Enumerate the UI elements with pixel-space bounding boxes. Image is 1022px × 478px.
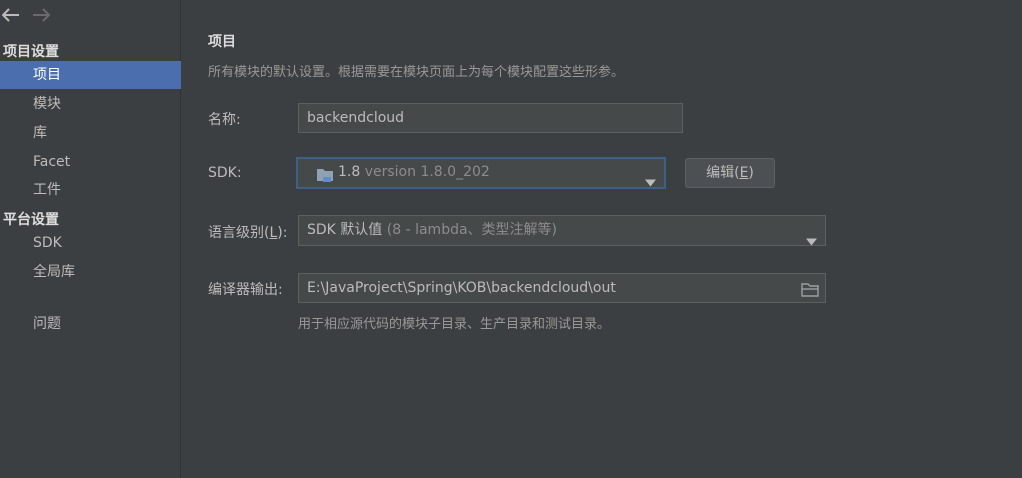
compiler-output-field[interactable]: E:\JavaProject\Spring\KOB\backendcloud\o… (298, 273, 826, 303)
edit-button-text: 编辑( (706, 165, 740, 181)
compiler-output-hint: 用于相应源代码的模块子目录、生产目录和测试目录。 (298, 317, 611, 332)
sidebar-item-problems[interactable]: 问题 (0, 310, 181, 338)
name-field[interactable]: backendcloud (298, 103, 683, 133)
browse-folder-icon[interactable] (801, 280, 819, 297)
sidebar-item-artifacts[interactable]: 工件 (0, 176, 181, 204)
chevron-down-icon (645, 170, 656, 187)
platform-settings-header: 平台设置 (3, 212, 59, 228)
language-level-combobox[interactable]: SDK 默认值 (8 - lambda、类型注解等) (298, 215, 826, 246)
language-level-label: 语言级别(L): (208, 222, 287, 242)
edit-sdk-button[interactable]: 编辑(E) (685, 158, 775, 188)
language-level-label-close: ): (277, 225, 288, 241)
language-level-value-main: SDK 默认值 (307, 222, 383, 238)
main-panel: 项目 所有模块的默认设置。根据需要在模块页面上为每个模块配置这些形参。 名称: … (182, 0, 1022, 478)
chevron-down-icon (806, 227, 817, 245)
nav-arrows (0, 4, 52, 26)
name-field-value: backendcloud (307, 110, 405, 126)
language-level-label-text: 语言级别( (208, 225, 270, 241)
sidebar-item-facet[interactable]: Facet (0, 148, 181, 176)
sidebar-item-sdk[interactable]: SDK (0, 229, 181, 257)
sidebar-item-project[interactable]: 项目 (0, 61, 181, 89)
compiler-output-value: E:\JavaProject\Spring\KOB\backendcloud\o… (307, 280, 616, 296)
name-label: 名称: (208, 112, 241, 128)
edit-button-close: ) (748, 165, 754, 181)
sdk-value-main: 1.8 (338, 164, 361, 180)
sidebar-item-modules[interactable]: 模块 (0, 90, 181, 118)
compiler-output-label: 编译器输出: (208, 282, 283, 298)
sidebar: 项目设置 项目 模块 库 Facet 工件 平台设置 SDK 全局库 问题 (0, 0, 181, 478)
language-level-value-detail: (8 - lambda、类型注解等) (386, 222, 558, 238)
sidebar-item-global-libraries[interactable]: 全局库 (0, 258, 181, 286)
forward-arrow-icon[interactable] (30, 4, 52, 26)
folder-icon (316, 166, 334, 182)
sdk-value-detail: version 1.8.0_202 (364, 164, 490, 180)
back-arrow-icon[interactable] (0, 4, 22, 26)
project-settings-header: 项目设置 (3, 44, 59, 60)
page-description: 所有模块的默认设置。根据需要在模块页面上为每个模块配置这些形参。 (208, 65, 625, 80)
sdk-label: SDK: (208, 165, 242, 181)
sdk-combobox[interactable]: 1.8 version 1.8.0_202 (296, 157, 666, 189)
page-title: 项目 (208, 34, 236, 50)
sidebar-item-libraries[interactable]: 库 (0, 119, 181, 147)
